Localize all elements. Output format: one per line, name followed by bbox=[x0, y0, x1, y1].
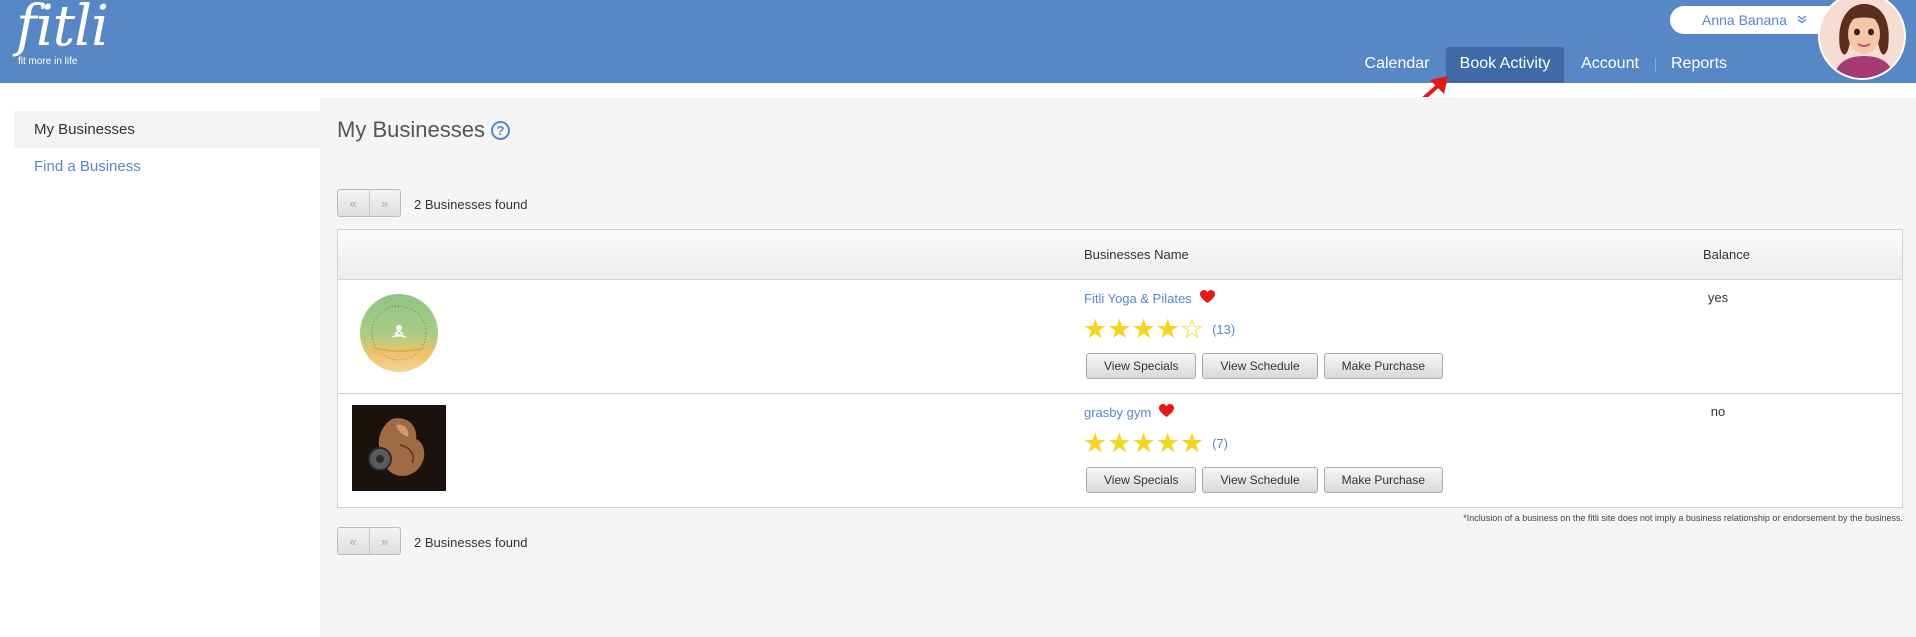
rating-stars: ★ ★ ★ ★ ☆ (13) bbox=[1083, 316, 1235, 343]
sidebar-item-find-a-business[interactable]: Find a Business bbox=[14, 148, 320, 185]
user-avatar[interactable] bbox=[1818, 0, 1906, 80]
column-header-balance: Balance bbox=[1703, 247, 1750, 262]
user-menu[interactable]: Anna Banana bbox=[1670, 6, 1840, 34]
view-specials-button[interactable]: View Specials bbox=[1086, 467, 1197, 493]
disclaimer-text: *Inclusion of a business on the fitli si… bbox=[1463, 513, 1903, 523]
logo-word: fitli bbox=[16, 0, 109, 59]
star-icon: ★ bbox=[1107, 428, 1132, 458]
sidebar-item-my-businesses[interactable]: My Businesses bbox=[14, 111, 320, 148]
business-actions: View Specials View Schedule Make Purchas… bbox=[1086, 467, 1449, 493]
heart-icon[interactable] bbox=[1159, 404, 1175, 421]
logo-tagline: fit more in life bbox=[18, 56, 78, 67]
business-logo-yoga[interactable] bbox=[360, 294, 438, 372]
rating-stars: ★ ★ ★ ★ ★ (7) bbox=[1083, 430, 1228, 457]
pager-bottom: « » bbox=[337, 527, 401, 555]
business-actions: View Specials View Schedule Make Purchas… bbox=[1086, 353, 1449, 379]
results-count: 2 Businesses found bbox=[414, 535, 528, 550]
star-icon: ★ bbox=[1131, 428, 1156, 458]
business-logo-gym[interactable] bbox=[352, 405, 446, 491]
heart-icon[interactable] bbox=[1199, 290, 1215, 307]
business-name-link[interactable]: grasby gym bbox=[1084, 404, 1175, 421]
businesses-table: Businesses Name Balance Fitli Yoga & Pil… bbox=[337, 229, 1903, 508]
star-empty-icon: ☆ bbox=[1179, 314, 1205, 344]
table-row: Fitli Yoga & Pilates ★ ★ ★ ★ ☆ (13) View… bbox=[338, 280, 1902, 394]
column-header-name: Businesses Name bbox=[1084, 247, 1189, 262]
nav-book-activity[interactable]: Book Activity bbox=[1446, 47, 1564, 83]
chevron-down-icon bbox=[1797, 14, 1807, 27]
nav-account[interactable]: Account bbox=[1572, 47, 1648, 83]
review-count[interactable]: (7) bbox=[1212, 436, 1228, 451]
business-balance: yes bbox=[1707, 290, 1729, 305]
pager-top: « » bbox=[337, 189, 401, 217]
business-name[interactable]: Fitli Yoga & Pilates bbox=[1084, 291, 1192, 306]
review-count[interactable]: (13) bbox=[1212, 322, 1235, 337]
business-balance: no bbox=[1710, 404, 1726, 419]
pager-next-button[interactable]: » bbox=[368, 190, 401, 216]
star-icon: ★ bbox=[1155, 314, 1180, 344]
star-icon: ★ bbox=[1179, 428, 1205, 458]
page-title: My Businesses ? bbox=[337, 117, 510, 143]
star-icon: ★ bbox=[1083, 314, 1108, 344]
star-icon: ★ bbox=[1131, 314, 1156, 344]
table-row: grasby gym ★ ★ ★ ★ ★ (7) View Specials V… bbox=[338, 394, 1902, 508]
results-count: 2 Businesses found bbox=[414, 197, 528, 212]
make-purchase-button[interactable]: Make Purchase bbox=[1323, 467, 1444, 493]
page-title-text: My Businesses bbox=[337, 117, 485, 142]
business-name[interactable]: grasby gym bbox=[1084, 405, 1151, 420]
pager-prev-button[interactable]: « bbox=[338, 528, 369, 554]
star-icon: ★ bbox=[1083, 428, 1108, 458]
user-name: Anna Banana bbox=[1702, 12, 1787, 28]
table-header: Businesses Name Balance bbox=[338, 230, 1902, 280]
help-icon[interactable]: ? bbox=[490, 120, 510, 140]
view-schedule-button[interactable]: View Schedule bbox=[1202, 353, 1318, 379]
sidebar: My Businesses Find a Business bbox=[0, 83, 320, 637]
nav-reports[interactable]: Reports bbox=[1664, 47, 1734, 83]
make-purchase-button[interactable]: Make Purchase bbox=[1323, 353, 1444, 379]
top-header: fitli fit more in life Anna Banana Calen… bbox=[0, 0, 1916, 83]
business-name-link[interactable]: Fitli Yoga & Pilates bbox=[1084, 290, 1215, 307]
view-specials-button[interactable]: View Specials bbox=[1086, 353, 1197, 379]
pager-prev-button[interactable]: « bbox=[338, 190, 369, 216]
pager-next-button[interactable]: » bbox=[368, 528, 401, 554]
star-icon: ★ bbox=[1155, 428, 1180, 458]
star-icon: ★ bbox=[1107, 314, 1132, 344]
main-content: My Businesses ? « » 2 Businesses found B… bbox=[320, 97, 1916, 637]
nav-divider bbox=[1655, 58, 1656, 72]
view-schedule-button[interactable]: View Schedule bbox=[1202, 467, 1318, 493]
fitli-logo[interactable]: fitli fit more in life bbox=[12, 0, 109, 72]
